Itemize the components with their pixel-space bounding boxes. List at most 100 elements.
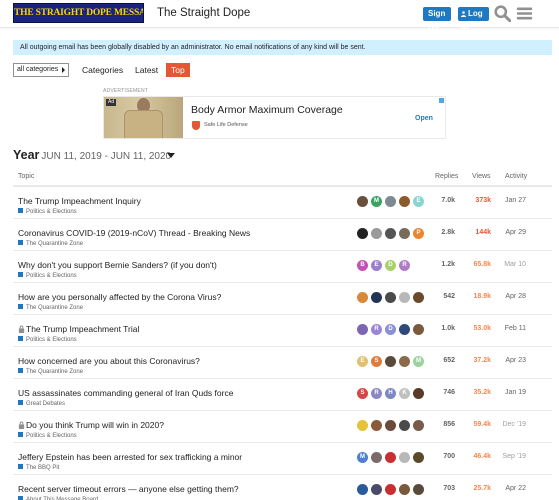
nav-latest[interactable]: Latest bbox=[130, 63, 163, 77]
topic-title[interactable]: Recent server timeout errors — anyone el… bbox=[18, 484, 239, 494]
poster-avatar[interactable] bbox=[399, 228, 410, 239]
poster-avatar[interactable] bbox=[357, 228, 368, 239]
topic-category[interactable]: Politics & Elections bbox=[18, 272, 77, 279]
topic-row[interactable]: Do you think Trump will win in 2020? Poli… bbox=[13, 411, 552, 443]
poster-avatar[interactable] bbox=[399, 452, 410, 463]
topic-category[interactable]: Politics & Elections bbox=[18, 208, 77, 215]
poster-avatar[interactable] bbox=[357, 292, 368, 303]
poster-avatar[interactable]: E bbox=[357, 356, 368, 367]
ad-title[interactable]: Body Armor Maximum Coverage bbox=[191, 104, 343, 116]
column-replies[interactable]: Replies bbox=[435, 173, 458, 180]
topic-title-text[interactable]: The Trump Impeachment Trial bbox=[26, 324, 139, 334]
topic-category-label[interactable]: The Quarantine Zone bbox=[26, 305, 83, 311]
topic-category[interactable]: The Quarantine Zone bbox=[18, 304, 83, 311]
topic-replies[interactable]: 7.0k bbox=[433, 197, 455, 204]
advertisement[interactable]: Ad Body Armor Maximum Coverage Safe Life… bbox=[103, 96, 446, 139]
poster-avatar[interactable] bbox=[371, 292, 382, 303]
topic-activity[interactable]: Apr 23 bbox=[496, 357, 526, 364]
poster-avatar[interactable] bbox=[385, 228, 396, 239]
poster-avatar[interactable] bbox=[413, 484, 424, 495]
poster-avatar[interactable] bbox=[399, 356, 410, 367]
topic-activity[interactable]: Dec '19 bbox=[496, 421, 526, 428]
poster-avatar[interactable]: R bbox=[371, 388, 382, 399]
topic-title-text[interactable]: How concerned are you about this Coronav… bbox=[18, 356, 200, 366]
poster-avatar[interactable]: M bbox=[357, 452, 368, 463]
ad-image[interactable]: Ad bbox=[104, 97, 183, 138]
topic-category-label[interactable]: Politics & Elections bbox=[26, 209, 77, 215]
topic-row[interactable]: How concerned are you about this Coronav… bbox=[13, 347, 552, 379]
topic-title-text[interactable]: Recent server timeout errors — anyone el… bbox=[18, 484, 239, 494]
topic-activity[interactable]: Sep '19 bbox=[496, 453, 526, 460]
topic-category-label[interactable]: Politics & Elections bbox=[26, 273, 77, 279]
topic-title-text[interactable]: The Trump Impeachment Inquiry bbox=[18, 196, 141, 206]
poster-avatar[interactable] bbox=[357, 196, 368, 207]
topic-category-label[interactable]: The Quarantine Zone bbox=[26, 369, 83, 375]
topic-title[interactable]: The Trump Impeachment Trial bbox=[18, 324, 139, 334]
poster-avatar[interactable]: E bbox=[371, 260, 382, 271]
topic-category[interactable]: The BBQ Pit bbox=[18, 464, 59, 471]
topic-category[interactable]: Politics & Elections bbox=[18, 432, 77, 439]
category-dropdown[interactable]: all categories bbox=[13, 63, 69, 77]
nav-categories[interactable]: Categories bbox=[77, 63, 128, 77]
poster-avatar[interactable]: S bbox=[371, 356, 382, 367]
poster-avatar[interactable] bbox=[413, 292, 424, 303]
topic-replies[interactable]: 856 bbox=[433, 421, 455, 428]
poster-avatar[interactable]: K bbox=[399, 388, 410, 399]
column-views[interactable]: Views bbox=[472, 173, 491, 180]
ad-open-button[interactable]: Open bbox=[415, 115, 433, 122]
topic-activity[interactable]: Jan 27 bbox=[496, 197, 526, 204]
poster-avatar[interactable] bbox=[413, 452, 424, 463]
topic-replies[interactable]: 542 bbox=[433, 293, 455, 300]
topic-activity[interactable]: Feb 11 bbox=[496, 325, 526, 332]
topic-category-label[interactable]: Politics & Elections bbox=[26, 337, 77, 343]
topic-row[interactable]: US assassinates commanding general of Ir… bbox=[13, 379, 552, 411]
topic-title[interactable]: US assassinates commanding general of Ir… bbox=[18, 388, 233, 398]
topic-row[interactable]: The Trump Impeachment Inquiry Politics & … bbox=[13, 187, 552, 219]
poster-avatar[interactable] bbox=[357, 420, 368, 431]
topic-replies[interactable]: 746 bbox=[433, 389, 455, 396]
poster-avatar[interactable] bbox=[371, 452, 382, 463]
ad-choices-icon[interactable] bbox=[439, 98, 444, 103]
poster-avatar[interactable] bbox=[385, 420, 396, 431]
poster-avatar[interactable]: D bbox=[385, 260, 396, 271]
column-activity[interactable]: Activity bbox=[505, 173, 527, 180]
topic-replies[interactable]: 1.2k bbox=[433, 261, 455, 268]
topic-title-text[interactable]: US assassinates commanding general of Ir… bbox=[18, 388, 233, 398]
topic-title-text[interactable]: Do you think Trump will win in 2020? bbox=[26, 420, 164, 430]
poster-avatar[interactable] bbox=[385, 356, 396, 367]
poster-avatar[interactable]: M bbox=[371, 196, 382, 207]
topic-category-label[interactable]: Great Debates bbox=[26, 401, 65, 407]
topic-activity[interactable]: Apr 22 bbox=[496, 485, 526, 492]
poster-avatar[interactable]: S bbox=[357, 388, 368, 399]
caret-down-icon[interactable] bbox=[167, 153, 175, 158]
topic-activity[interactable]: Jan 19 bbox=[496, 389, 526, 396]
topic-replies[interactable]: 700 bbox=[433, 453, 455, 460]
topic-replies[interactable]: 703 bbox=[433, 485, 455, 492]
poster-avatar[interactable] bbox=[399, 196, 410, 207]
topic-title[interactable]: How are you personally affected by the C… bbox=[18, 292, 221, 302]
topic-title[interactable]: Jeffery Epstein has been arrested for se… bbox=[18, 452, 242, 462]
poster-avatar[interactable] bbox=[371, 484, 382, 495]
poster-avatar[interactable] bbox=[371, 420, 382, 431]
poster-avatar[interactable] bbox=[385, 196, 396, 207]
poster-avatar[interactable] bbox=[413, 420, 424, 431]
topic-title[interactable]: How concerned are you about this Coronav… bbox=[18, 356, 200, 366]
poster-avatar[interactable] bbox=[399, 324, 410, 335]
period-selector[interactable]: Year JUN 11, 2019 - JUN 11, 2020 bbox=[13, 148, 171, 162]
hamburger-menu-icon[interactable] bbox=[516, 5, 533, 22]
topic-row[interactable]: Coronavirus COVID-19 (2019-nCoV) Thread … bbox=[13, 219, 552, 251]
topic-row[interactable]: How are you personally affected by the C… bbox=[13, 283, 552, 315]
topic-activity[interactable]: Apr 29 bbox=[496, 229, 526, 236]
topic-category[interactable]: About This Message Board bbox=[18, 496, 98, 500]
topic-title-text[interactable]: Jeffery Epstein has been arrested for se… bbox=[18, 452, 242, 462]
signup-button[interactable]: Sign Up bbox=[423, 7, 451, 32]
topic-activity[interactable]: Mar 10 bbox=[496, 261, 526, 268]
poster-avatar[interactable] bbox=[399, 292, 410, 303]
topic-activity[interactable]: Apr 28 bbox=[496, 293, 526, 300]
topic-title-text[interactable]: Why don't you support Bernie Sanders? (i… bbox=[18, 260, 217, 270]
topic-category-label[interactable]: The Quarantine Zone bbox=[26, 241, 83, 247]
poster-avatar[interactable] bbox=[399, 420, 410, 431]
topic-title-text[interactable]: How are you personally affected by the C… bbox=[18, 292, 221, 302]
topic-replies[interactable]: 1.0k bbox=[433, 325, 455, 332]
topic-category[interactable]: The Quarantine Zone bbox=[18, 240, 83, 247]
